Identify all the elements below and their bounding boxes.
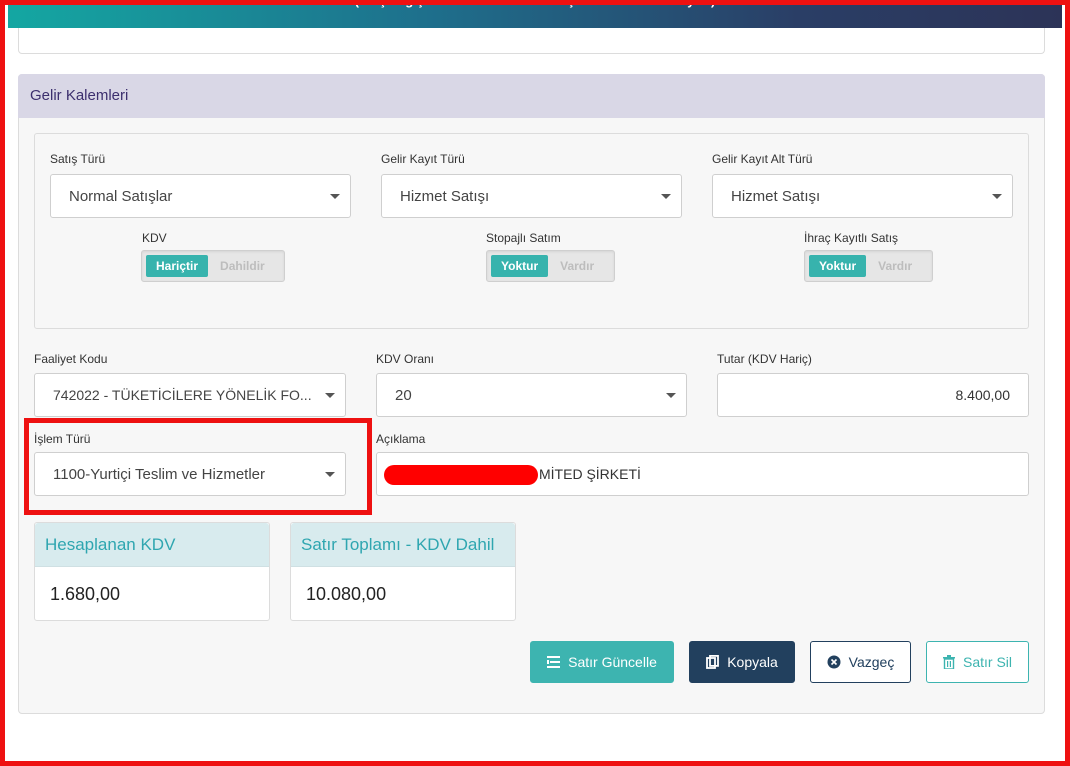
chevron-down-icon <box>992 194 1002 199</box>
list-icon <box>547 656 561 668</box>
redaction-mark <box>384 465 538 485</box>
calculated-kdv-card: Hesaplanan KDV 1.680,00 <box>34 522 270 621</box>
trash-icon <box>942 655 955 669</box>
update-row-button[interactable]: Satır Güncelle <box>530 641 674 683</box>
withholding-toggle[interactable]: Yoktur Vardır <box>486 250 615 282</box>
copy-icon <box>706 655 720 669</box>
row-total-title: Satır Toplamı - KDV Dahil <box>291 523 515 567</box>
withholding-none-option[interactable]: Yoktur <box>491 255 549 277</box>
kdv-toggle[interactable]: Hariçtir Dahildir <box>141 250 285 282</box>
export-none-option[interactable]: Yoktur <box>809 255 867 277</box>
panel-title: Gelir Kalemleri <box>18 74 1045 118</box>
copy-label: Kopyala <box>727 654 778 670</box>
kdv-rate-value: 20 <box>395 386 412 404</box>
sale-type-value: Normal Satışlar <box>69 187 173 205</box>
activity-code-select[interactable]: 742022 - TÜKETİCİLERE YÖNELİK FO... <box>34 373 346 417</box>
export-registered-toggle[interactable]: Yoktur Vardır <box>804 250 933 282</box>
income-record-type-select[interactable]: Hizmet Satışı <box>381 174 682 218</box>
copy-button[interactable]: Kopyala <box>689 641 795 683</box>
row-total-card: Satır Toplamı - KDV Dahil 10.080,00 <box>290 522 516 621</box>
calculated-kdv-value: 1.680,00 <box>50 584 121 604</box>
top-header-bar: ( Başlangıç Tarihi: 04.06.2025 - Bitiş T… <box>8 0 1062 28</box>
income-record-subtype-label: Gelir Kayıt Alt Türü <box>712 152 813 166</box>
calculated-kdv-title: Hesaplanan KDV <box>35 523 269 567</box>
export-exists-option[interactable]: Vardır <box>866 259 924 273</box>
annotation-highlight-box <box>24 418 372 515</box>
row-total-value: 10.080,00 <box>306 584 387 604</box>
chevron-down-icon <box>661 194 671 199</box>
activity-code-label: Faaliyet Kodu <box>34 352 108 366</box>
date-range-text: ( Başlangıç Tarihi: 04.06.2025 - Bitiş T… <box>354 0 716 8</box>
amount-label: Tutar (KDV Hariç) <box>717 352 812 366</box>
description-label: Açıklama <box>376 432 426 446</box>
kdv-excluded-option[interactable]: Hariçtir <box>146 255 209 277</box>
description-value: MİTED ŞİRKETİ <box>539 466 641 482</box>
chevron-down-icon <box>666 393 676 398</box>
income-record-subtype-select[interactable]: Hizmet Satışı <box>712 174 1013 218</box>
activity-code-value: 742022 - TÜKETİCİLERE YÖNELİK FO... <box>53 387 312 403</box>
cancel-button[interactable]: Vazgeç <box>810 641 911 683</box>
export-registered-label: İhraç Kayıtlı Satış <box>804 231 899 245</box>
chevron-down-icon <box>330 194 340 199</box>
income-record-type-value: Hizmet Satışı <box>400 187 490 205</box>
kdv-included-option[interactable]: Dahildir <box>208 259 277 273</box>
income-record-subtype-value: Hizmet Satışı <box>731 187 821 205</box>
kdv-label: KDV <box>142 231 167 245</box>
sale-type-select[interactable]: Normal Satışlar <box>50 174 351 218</box>
cancel-label: Vazgeç <box>848 654 895 670</box>
delete-row-label: Satır Sil <box>962 654 1012 670</box>
kdv-rate-label: KDV Oranı <box>376 352 435 366</box>
withholding-label: Stopajlı Satım <box>486 231 561 245</box>
chevron-down-icon <box>325 393 335 398</box>
sale-type-label: Satış Türü <box>50 152 106 166</box>
amount-input[interactable]: 8.400,00 <box>717 373 1029 417</box>
close-circle-icon <box>827 655 841 669</box>
income-record-type-label: Gelir Kayıt Türü <box>381 152 465 166</box>
amount-value: 8.400,00 <box>955 387 1011 403</box>
delete-row-button[interactable]: Satır Sil <box>926 641 1029 683</box>
update-row-label: Satır Güncelle <box>568 654 657 670</box>
previous-panel-bottom <box>18 28 1045 54</box>
kdv-rate-select[interactable]: 20 <box>376 373 687 417</box>
withholding-exists-option[interactable]: Vardır <box>548 259 606 273</box>
